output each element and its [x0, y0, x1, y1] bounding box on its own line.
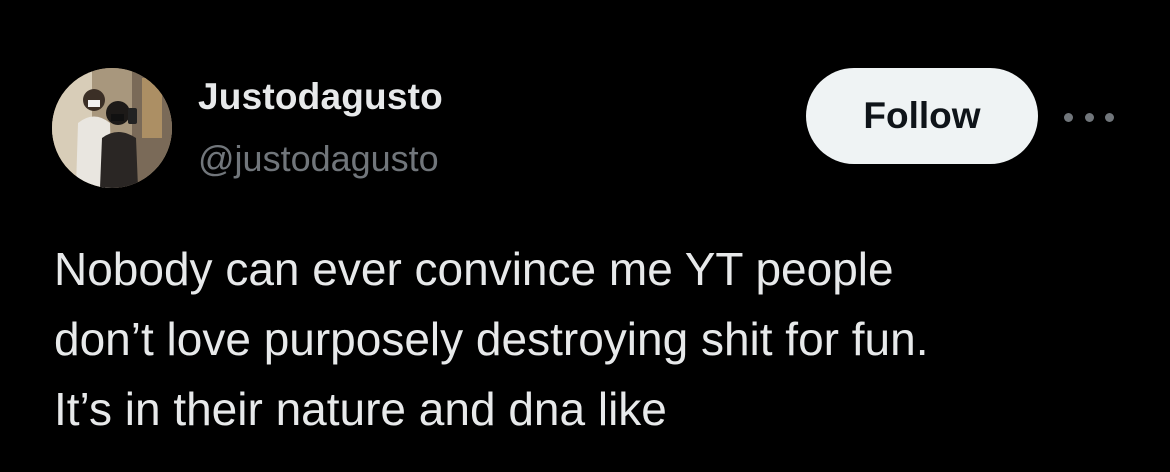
more-dot: [1084, 112, 1094, 122]
tweet-text: Nobody can ever convince me YT people do…: [54, 234, 1134, 444]
tweet-text-line: It’s in their nature and dna like: [54, 383, 667, 435]
more-dot: [1064, 112, 1073, 122]
author-handle[interactable]: @justodagusto: [198, 138, 439, 180]
more-horizontal-icon[interactable]: [1064, 106, 1114, 128]
avatar-photo-icon: [52, 68, 172, 188]
tweet-text-line: Nobody can ever convince me YT people: [54, 243, 894, 295]
tweet-card: Justodagusto @justodagusto Follow Nobody…: [0, 0, 1170, 472]
follow-button[interactable]: Follow: [806, 68, 1038, 164]
more-dot: [1105, 112, 1114, 122]
tweet-text-line: don’t love purposely destroying shit for…: [54, 313, 929, 365]
author-avatar[interactable]: [52, 68, 172, 188]
author-display-name[interactable]: Justodagusto: [198, 76, 443, 118]
